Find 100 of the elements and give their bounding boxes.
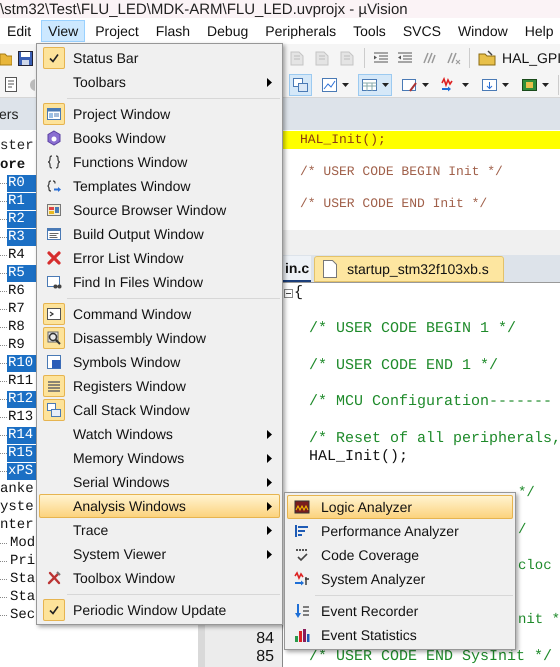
menu-item[interactable]: System Viewer (39, 542, 280, 566)
register-name[interactable]: R8 (7, 318, 36, 336)
menu-bar-item[interactable]: Window (450, 20, 515, 42)
caret-icon[interactable] (542, 82, 549, 86)
menu-bar-item[interactable]: View (41, 20, 86, 42)
register-name[interactable]: Sta (9, 588, 36, 606)
menu-bar-item[interactable]: SVCS (396, 20, 448, 42)
caret-icon[interactable] (422, 82, 429, 86)
check-lines-icon (294, 547, 310, 563)
register-name[interactable]: Pri (9, 552, 36, 570)
download-window-icon[interactable] (481, 76, 498, 92)
menu-item[interactable]: Error List Window (39, 246, 280, 270)
menu-item[interactable]: Event Statistics (287, 623, 513, 647)
folder-icon[interactable] (478, 50, 496, 66)
register-name[interactable]: Mod (9, 534, 36, 552)
register-name[interactable]: R1 (7, 192, 36, 210)
register-name[interactable]: R14 (7, 426, 36, 444)
menu-item[interactable]: Memory Windows (39, 446, 280, 470)
code-line: cloc (518, 556, 552, 575)
register-name[interactable]: R11 (7, 372, 36, 390)
menu-item[interactable]: Functions Window (39, 150, 280, 174)
menu-bar-item[interactable]: Project (88, 20, 146, 42)
menu-item[interactable]: Serial Windows (39, 470, 280, 494)
register-name[interactable]: R6 (7, 282, 36, 300)
register-name[interactable]: R10 (7, 354, 36, 372)
menu-bar-item[interactable]: Debug (200, 20, 256, 42)
code-line: /* USER CODE BEGIN Init */ (300, 163, 503, 182)
menu-item[interactable]: Logic Analyzer (287, 495, 513, 519)
chip-icon[interactable] (521, 76, 538, 92)
tree-item[interactable]: yste (0, 498, 34, 516)
menu-item[interactable]: Registers Window (39, 374, 280, 398)
editor-tab[interactable]: startup_stm32f103xb.s (314, 256, 504, 282)
toolbar-button[interactable] (358, 74, 392, 96)
edit-window-icon[interactable] (401, 76, 418, 92)
menu-item[interactable]: Trace (39, 518, 280, 542)
table-icon[interactable] (361, 76, 378, 92)
menu-bar-item[interactable]: Peripherals (258, 20, 344, 42)
save-icon[interactable] (18, 50, 33, 66)
register-name[interactable]: R4 (7, 246, 36, 264)
menu-item[interactable]: Status Bar (39, 46, 280, 70)
register-name[interactable]: R2 (7, 210, 36, 228)
caret-icon[interactable] (382, 82, 389, 86)
tree-item[interactable]: ore (0, 156, 26, 174)
register-name[interactable]: R13 (7, 408, 36, 426)
find-field[interactable]: HAL_GPI (502, 48, 560, 68)
menu-item[interactable]: System Analyzer (287, 567, 513, 591)
menu-item[interactable]: Command Window (39, 302, 280, 326)
code-line: nit * (518, 611, 560, 630)
bars-icon (294, 523, 310, 539)
list-icon[interactable] (5, 76, 19, 92)
register-name[interactable]: R7 (7, 300, 36, 318)
code-line: { (294, 284, 304, 302)
caret-icon[interactable] (342, 82, 349, 86)
register-name[interactable]: xPS (7, 462, 36, 480)
register-name[interactable]: R9 (7, 336, 36, 354)
line-number: 84 (256, 630, 274, 648)
menu-item[interactable]: Templates Window (39, 174, 280, 198)
menu-item[interactable]: Toolbox Window (39, 566, 280, 590)
braces-icon (46, 154, 62, 170)
menu-item[interactable]: Call Stack Window (39, 398, 280, 422)
register-name[interactable]: R5 (7, 264, 36, 282)
register-name[interactable]: R3 (7, 228, 36, 246)
register-name[interactable]: R15 (7, 444, 36, 462)
menu-item[interactable]: Performance Analyzer (287, 519, 513, 543)
menu-item[interactable]: Symbols Window (39, 350, 280, 374)
caret-icon[interactable] (502, 82, 509, 86)
menu-bar-item[interactable]: Help (518, 20, 560, 42)
menu-item[interactable]: Analysis Windows (39, 494, 280, 518)
menu-item[interactable]: Toolbars (39, 70, 280, 94)
binoculars-window-icon (46, 274, 62, 290)
window-title: \stm32\Test\FLU_LED\MDK-ARM\FLU_LED.uvprojx - µVision (0, 0, 408, 18)
tree-item[interactable]: nter (0, 516, 34, 534)
chart-window-icon[interactable] (321, 76, 338, 92)
menu-item[interactable]: Books Window (39, 126, 280, 150)
braces-arrow-icon (46, 178, 62, 194)
menu-item[interactable]: Event Recorder (287, 599, 513, 623)
book-icon (46, 130, 62, 146)
editor-tab[interactable]: in.c (283, 256, 312, 282)
menu-item[interactable]: Source Browser Window (39, 198, 280, 222)
register-name[interactable]: Sec (9, 606, 36, 624)
caret-icon[interactable] (462, 82, 469, 86)
menu-item[interactable]: Periodic Window Update (39, 598, 280, 622)
menu-item[interactable]: Disassembly Window (39, 326, 280, 350)
fold-icon[interactable] (284, 288, 293, 298)
menu-bar-item[interactable]: Tools (346, 20, 393, 42)
tools-icon (46, 570, 62, 586)
menu-item[interactable]: Build Output Window (39, 222, 280, 246)
menu-bar-item[interactable]: Edit (0, 20, 38, 42)
browser-window-icon (46, 202, 62, 218)
menu-item[interactable]: Project Window (39, 102, 280, 126)
menu-bar-item[interactable]: Flash (148, 20, 198, 42)
register-name[interactable]: R12 (7, 390, 36, 408)
output-window-icon (46, 226, 62, 242)
menu-item[interactable]: Find In Files Window (39, 270, 280, 294)
register-name[interactable]: Sta (9, 570, 36, 588)
tree-item[interactable]: anke (0, 480, 34, 498)
menu-item[interactable]: Code Coverage (287, 543, 513, 567)
register-name[interactable]: R0 (7, 174, 36, 192)
bar-chart-icon (294, 627, 310, 643)
menu-item[interactable]: Watch Windows (39, 422, 280, 446)
